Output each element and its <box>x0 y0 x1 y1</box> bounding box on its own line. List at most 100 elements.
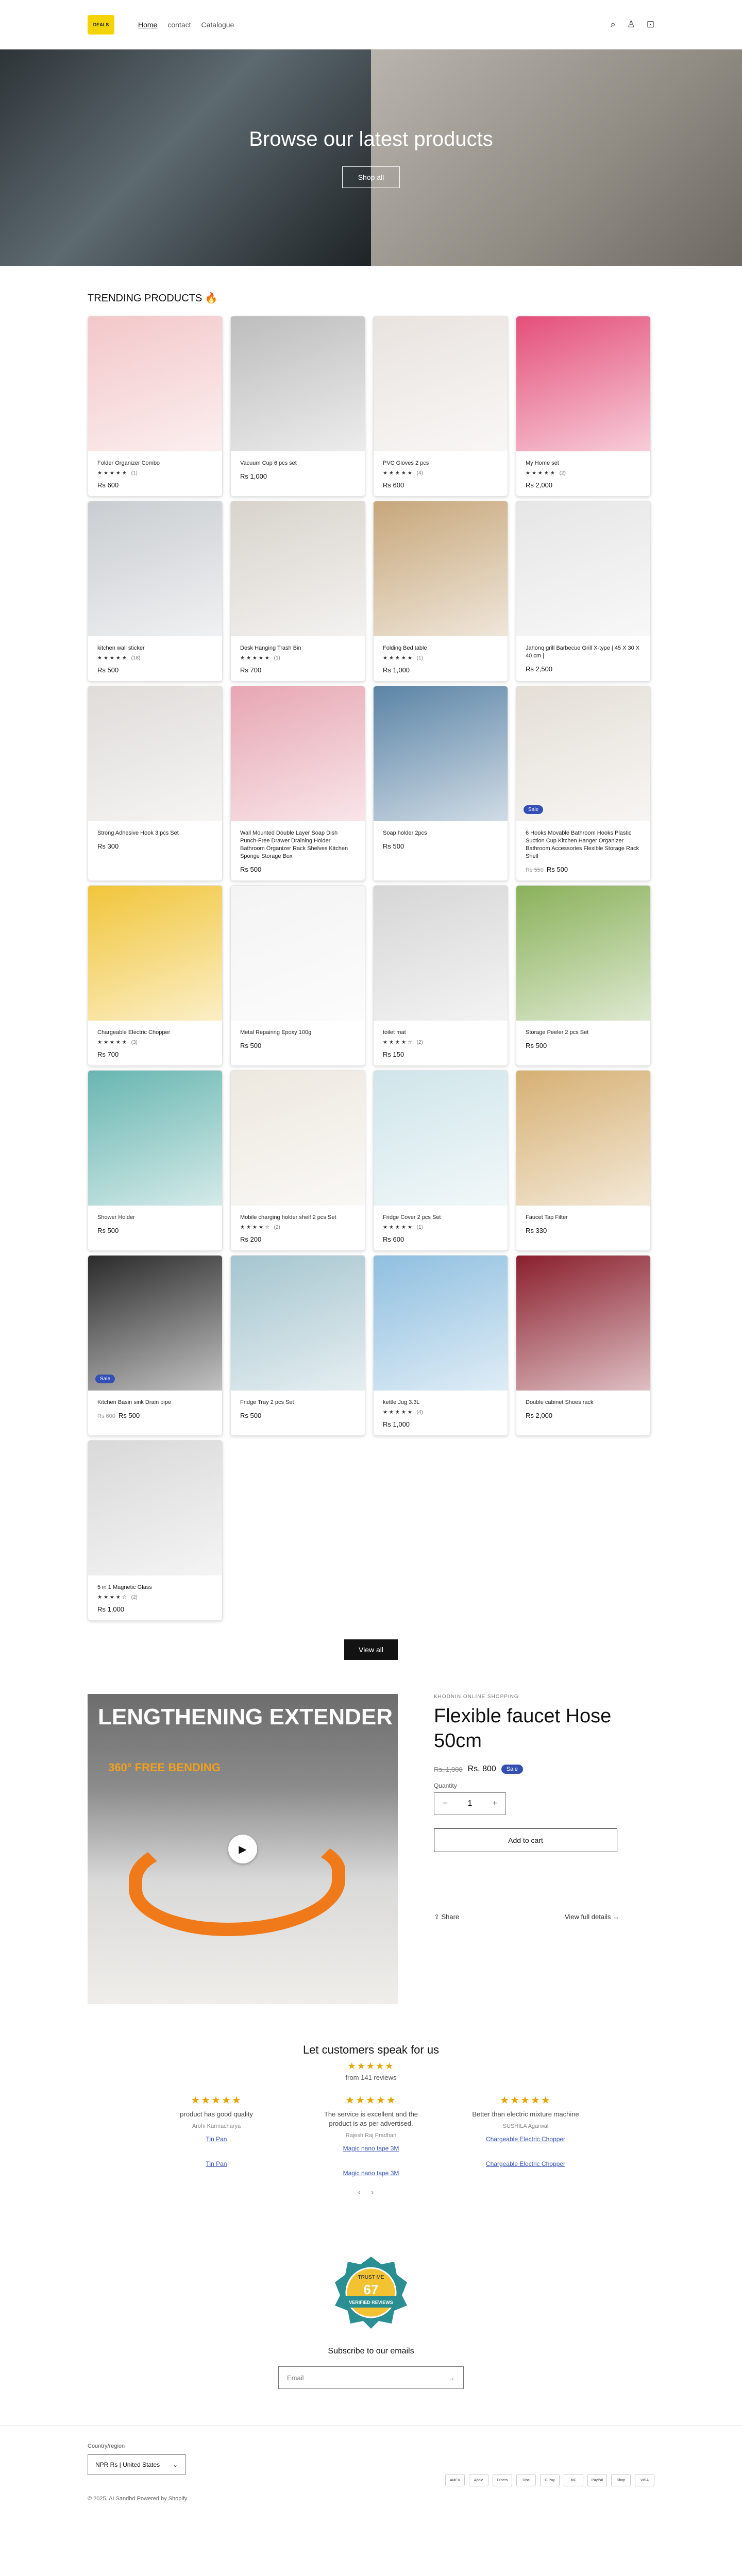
nav-contact[interactable]: contact <box>167 21 191 29</box>
review-product-image-link[interactable]: Chargeable Electric Chopper <box>469 2136 582 2143</box>
product-image[interactable] <box>516 316 650 451</box>
product-image[interactable] <box>88 501 222 636</box>
minus-icon[interactable]: − <box>443 1799 447 1808</box>
product-image[interactable] <box>374 1256 508 1391</box>
product-image[interactable] <box>88 1071 222 1206</box>
product-image[interactable]: Sale <box>516 686 650 821</box>
product-card[interactable]: kettle Jug 3.3L ★★★★★ (4) Rs 1,000 <box>373 1255 508 1436</box>
product-title[interactable]: Faucet Tap Filter <box>526 1214 641 1222</box>
product-image[interactable] <box>374 1071 508 1206</box>
product-title[interactable]: My Home set <box>526 460 641 467</box>
nav-home[interactable]: Home <box>138 21 157 29</box>
product-card[interactable]: Faucet Tap Filter Rs 330 <box>516 1070 651 1251</box>
arrow-right-icon[interactable]: → <box>448 2374 455 2382</box>
product-image[interactable] <box>231 501 365 636</box>
product-title[interactable]: Mobile charging holder shelf 2 pcs Set <box>240 1214 356 1222</box>
product-card[interactable]: Fridge Tray 2 pcs Set Rs 500 <box>230 1255 365 1436</box>
product-image[interactable] <box>88 686 222 821</box>
share-button[interactable]: ⇪ Share <box>434 1913 459 1921</box>
product-title[interactable]: Desk Hanging Trash Bin <box>240 645 356 652</box>
product-image[interactable] <box>374 501 508 636</box>
product-title[interactable]: 6 Hooks Movable Bathroom Hooks Plastic S… <box>526 829 641 860</box>
product-title[interactable]: Soap holder 2pcs <box>383 829 498 837</box>
product-title[interactable]: Jahonq grill Barbecue Grill X-type | 45 … <box>526 645 641 660</box>
product-card[interactable]: My Home set ★★★★★ (2) Rs 2,000 <box>516 316 651 497</box>
plus-icon[interactable]: + <box>493 1799 497 1808</box>
product-card[interactable]: Jahonq grill Barbecue Grill X-type | 45 … <box>516 501 651 682</box>
product-card[interactable]: Strong Adhesive Hook 3 pcs Set Rs 300 <box>88 686 223 881</box>
product-card[interactable]: Folding Bed table ★★★★★ (1) Rs 1,000 <box>373 501 508 682</box>
quantity-value[interactable]: 1 <box>468 1799 473 1808</box>
product-title[interactable]: Folding Bed table <box>383 645 498 652</box>
product-card[interactable]: Wall Mounted Double Layer Soap Dish Punc… <box>230 686 365 881</box>
view-full-details-link[interactable]: View full details → <box>565 1913 619 1921</box>
cart-icon[interactable]: ⊡ <box>647 19 654 30</box>
product-card[interactable]: Double cabinet Shoes rack Rs 2,000 <box>516 1255 651 1436</box>
product-image[interactable] <box>516 1071 650 1206</box>
shop-all-button[interactable]: Shop all <box>342 166 400 188</box>
product-title[interactable]: Strong Adhesive Hook 3 pcs Set <box>97 829 213 837</box>
featured-media[interactable]: LENGTHENING EXTENDER 360° FREE BENDING ▶ <box>88 1694 398 2004</box>
store-logo[interactable]: DEALS <box>88 14 114 35</box>
product-card[interactable]: kitchen wall sticker ★★★★★ (18) Rs 500 <box>88 501 223 682</box>
email-field[interactable]: Email → <box>278 2366 464 2389</box>
product-card[interactable]: Chargeable Electric Chopper ★★★★★ (3) Rs 7… <box>88 885 223 1066</box>
product-card[interactable]: Mobile charging holder shelf 2 pcs Set ★★… <box>230 1070 365 1251</box>
review-product-link[interactable]: Tin Pan <box>160 2160 273 2167</box>
product-image[interactable] <box>516 886 650 1021</box>
product-card[interactable]: 5 in 1 Magnetic Glass ★★★★☆ (2) Rs 1,000 <box>88 1440 223 1621</box>
product-title[interactable]: kettle Jug 3.3L <box>383 1399 498 1406</box>
product-title[interactable]: kitchen wall sticker <box>97 645 213 652</box>
chevron-right-icon[interactable]: › <box>371 2188 384 2197</box>
product-card[interactable]: Metal Repairing Epoxy 100g Rs 500 <box>230 885 365 1066</box>
view-all-button[interactable]: View all <box>344 1639 398 1660</box>
product-title[interactable]: toilet mat <box>383 1029 498 1037</box>
product-title[interactable]: Chargeable Electric Chopper <box>97 1029 213 1037</box>
nav-catalogue[interactable]: Catalogue <box>201 21 234 29</box>
product-card[interactable]: Vacuum Cup 6 pcs set Rs 1,000 <box>230 316 365 497</box>
product-image[interactable] <box>516 1256 650 1391</box>
product-image[interactable] <box>231 886 365 1021</box>
review-product-link[interactable]: Chargeable Electric Chopper <box>469 2160 582 2167</box>
product-title[interactable]: Storage Peeler 2 pcs Set <box>526 1029 641 1037</box>
product-image[interactable] <box>231 686 365 821</box>
review-product-image-link[interactable]: Tin Pan <box>160 2136 273 2143</box>
product-card[interactable]: Desk Hanging Trash Bin ★★★★★ (1) Rs 700 <box>230 501 365 682</box>
product-image[interactable] <box>88 886 222 1021</box>
product-image[interactable] <box>231 1256 365 1391</box>
product-title[interactable]: Metal Repairing Epoxy 100g <box>240 1029 356 1037</box>
review-product-link[interactable]: Magic nano tape 3M <box>314 2170 428 2177</box>
product-title[interactable]: Shower Holder <box>97 1214 213 1222</box>
product-image[interactable] <box>374 686 508 821</box>
add-to-cart-button[interactable]: Add to cart <box>434 1828 617 1852</box>
product-title[interactable]: Vacuum Cup 6 pcs set <box>240 460 356 467</box>
product-image[interactable] <box>88 316 222 451</box>
product-card[interactable]: Soap holder 2pcs Rs 500 <box>373 686 508 881</box>
product-image[interactable] <box>374 316 508 451</box>
product-card[interactable]: Sale Kitchen Basin sink Drain pipe Rs 600 R… <box>88 1255 223 1436</box>
product-title[interactable]: 5 in 1 Magnetic Glass <box>97 1584 213 1591</box>
product-image[interactable]: Sale <box>88 1256 222 1391</box>
account-icon[interactable]: ♙ <box>627 19 635 30</box>
product-image[interactable] <box>88 1440 222 1575</box>
review-product-image-link[interactable]: Magic nano tape 3M <box>314 2145 428 2152</box>
product-image[interactable] <box>231 316 365 451</box>
product-image[interactable] <box>516 501 650 636</box>
product-card[interactable]: toilet mat ★★★★☆ (2) Rs 150 <box>373 885 508 1066</box>
product-image[interactable] <box>231 1071 365 1206</box>
product-card[interactable]: PVC Gloves 2 pcs ★★★★★ (4) Rs 600 <box>373 316 508 497</box>
play-icon[interactable]: ▶ <box>228 1835 257 1863</box>
product-title[interactable]: Double cabinet Shoes rack <box>526 1399 641 1406</box>
search-icon[interactable]: ⌕ <box>611 19 616 30</box>
chevron-left-icon[interactable]: ‹ <box>358 2188 371 2197</box>
product-image[interactable] <box>374 886 508 1021</box>
product-card[interactable]: Sale 6 Hooks Movable Bathroom Hooks Plast… <box>516 686 651 881</box>
product-title[interactable]: Wall Mounted Double Layer Soap Dish Punc… <box>240 829 356 860</box>
country-selector[interactable]: NPR Rs | United States ⌄ <box>88 2454 185 2475</box>
product-card[interactable]: Storage Peeler 2 pcs Set Rs 500 <box>516 885 651 1066</box>
quantity-stepper[interactable]: − 1 + <box>434 1792 506 1815</box>
product-card[interactable]: Fridge Cover 2 pcs Set ★★★★★ (1) Rs 600 <box>373 1070 508 1251</box>
product-card[interactable]: Shower Holder Rs 500 <box>88 1070 223 1251</box>
product-title[interactable]: Folder Organizer Combo <box>97 460 213 467</box>
product-card[interactable]: Folder Organizer Combo ★★★★★ (1) Rs 600 <box>88 316 223 497</box>
